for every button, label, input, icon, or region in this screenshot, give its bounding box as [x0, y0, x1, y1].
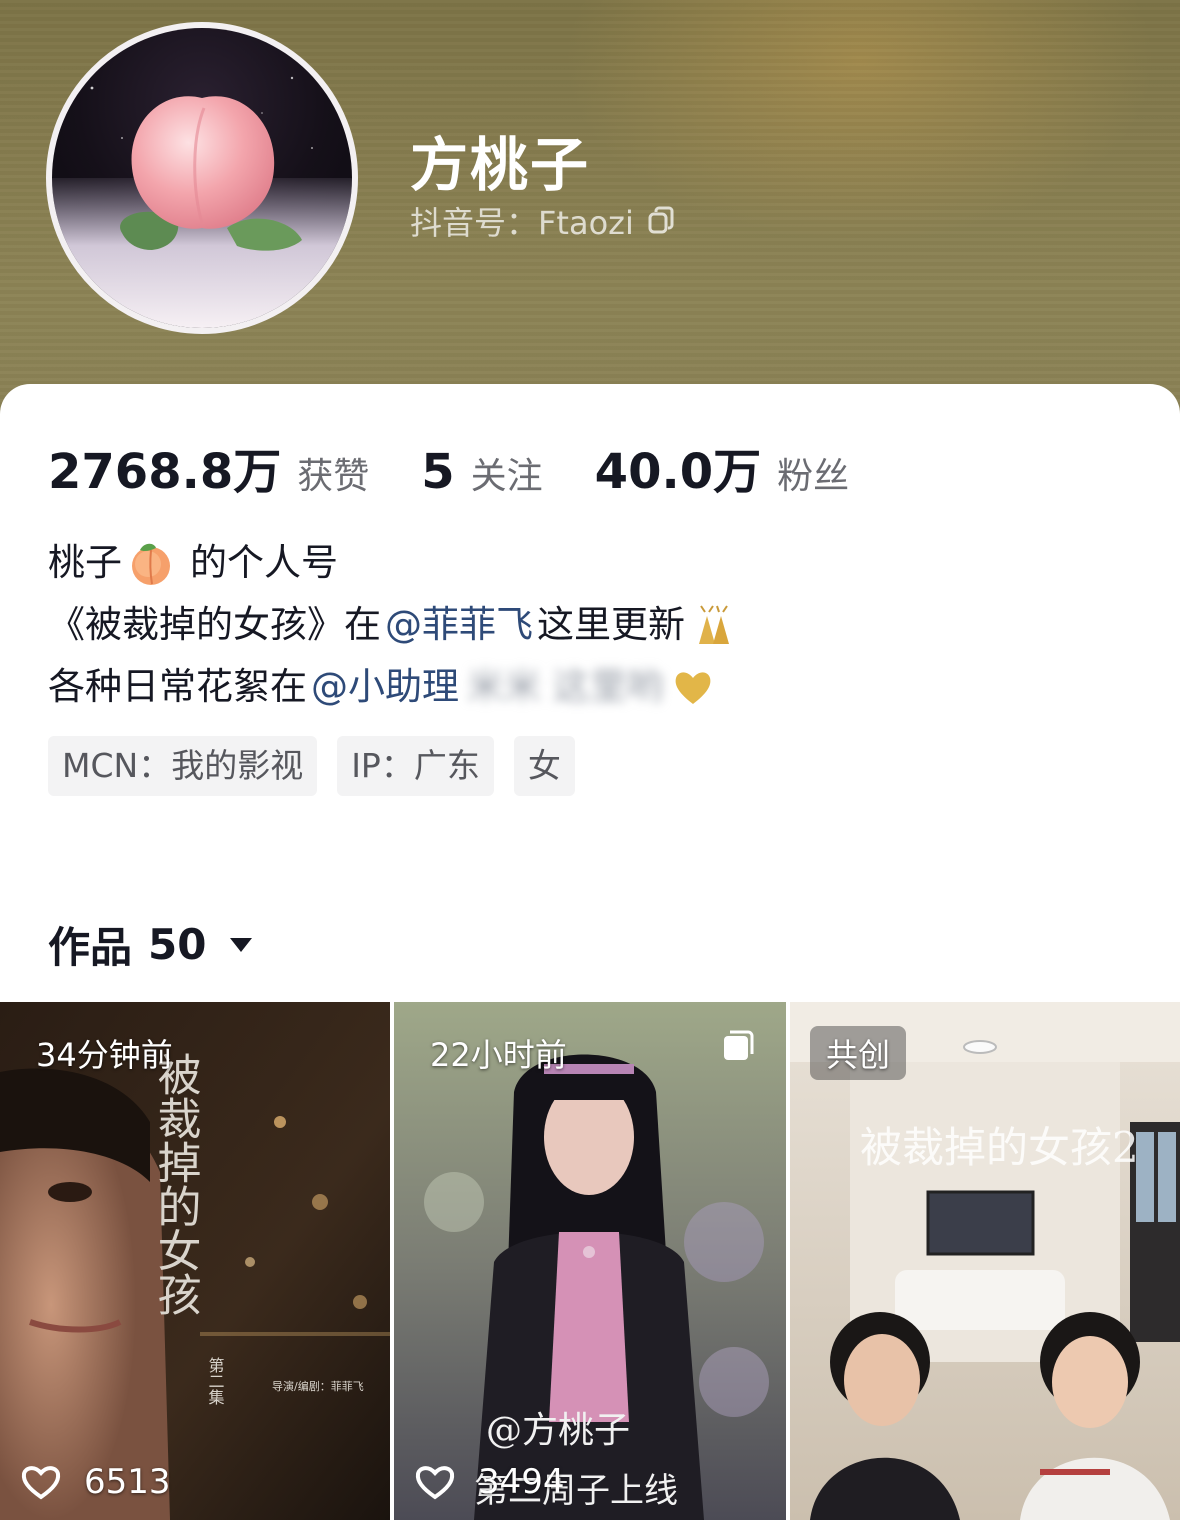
co-creation-badge: 共创: [810, 1026, 907, 1080]
dropdown-arrow-icon[interactable]: [228, 935, 254, 955]
avatar[interactable]: [46, 22, 358, 334]
bio-line-3: 各种日常花絮在 @小助理 米米 这里哟: [48, 656, 737, 718]
heart-outline-icon: [21, 1466, 61, 1500]
douyin-id-row[interactable]: 抖音号：Ftaozi: [410, 198, 676, 244]
video-time: 22小时前: [430, 1036, 567, 1074]
stat-label: 获赞: [297, 456, 370, 497]
copy-icon[interactable]: [646, 206, 676, 236]
bio-line-2: 《被裁掉的女孩》在 @菲菲飞 这里更新: [48, 594, 737, 656]
bio-text: 《被裁掉的女孩》在: [48, 603, 381, 646]
profile-name: 方桃子: [410, 131, 591, 199]
tag-ip-location: IP：广东: [337, 736, 494, 796]
video-likes: 6513: [20, 1462, 171, 1502]
bio-text: 各种日常花絮在: [48, 665, 307, 708]
stat-followers[interactable]: 40.0万 粉丝: [595, 432, 849, 502]
douyin-id: 抖音号：Ftaozi: [410, 204, 634, 242]
stats-row: 2768.8万 获赞 5 关注 40.0万 粉丝: [48, 432, 901, 502]
poster-title: @方桃子: [486, 1410, 630, 1451]
tag-gender: 女: [513, 736, 575, 796]
stat-following[interactable]: 5 关注: [421, 444, 542, 500]
works-count: 50: [148, 920, 207, 969]
multi-image-icon: [724, 1030, 754, 1060]
bio-text: 的个人号: [190, 541, 338, 584]
bio-text: 这里更新: [537, 603, 685, 646]
bio-text: 桃子: [48, 541, 122, 584]
tag-mcn[interactable]: MCN：我的影视: [48, 736, 318, 796]
celebrate-emoji-icon: [699, 605, 729, 644]
stat-label: 关注: [470, 456, 543, 497]
heart-outline-icon: [415, 1466, 455, 1500]
likes-count: 3494: [478, 1462, 565, 1502]
heart-emoji-icon: [675, 672, 711, 704]
poster-title: 被裁掉的女孩2: [860, 1123, 1139, 1172]
works-label: 作品: [48, 923, 133, 972]
video-tile[interactable]: @方桃子 第二周子上线 22小时前 3494: [394, 1002, 786, 1520]
stat-value: 2768.8万: [48, 444, 282, 500]
video-tile[interactable]: 被裁掉的女孩2 共创: [790, 1002, 1180, 1520]
bio: 桃子 的个人号 《被裁掉的女孩》在 @菲菲飞 这里更新 各种日常花絮在 @小助理…: [48, 532, 737, 718]
poster-title: 被裁掉的女孩: [150, 1052, 201, 1316]
video-tile[interactable]: 被裁掉的女孩 第二集 导演/编剧：菲菲飞 34分钟前 6513: [0, 1002, 390, 1520]
peach-avatar-image: [52, 28, 352, 328]
video-likes: 3494: [414, 1462, 565, 1502]
stat-value: 40.0万: [594, 444, 762, 500]
likes-count: 6513: [84, 1462, 171, 1502]
stat-likes[interactable]: 2768.8万 获赞: [48, 432, 369, 502]
profile-tags: MCN：我的影视 IP：广东 女: [48, 736, 595, 796]
mention-link[interactable]: @小助理: [311, 656, 459, 718]
mention-link[interactable]: @菲菲飞: [385, 594, 533, 656]
video-time: 34分钟前: [36, 1036, 173, 1074]
poster-credit: 导演/编剧：菲菲飞: [272, 1379, 364, 1393]
works-tab[interactable]: 作品 50: [48, 914, 254, 975]
stat-label: 粉丝: [777, 456, 850, 497]
stat-value: 5: [421, 444, 455, 500]
poster-subtitle: 第二集: [206, 1357, 225, 1405]
blurred-text: 米米 这里哟: [467, 665, 664, 708]
peach-emoji-icon: [132, 543, 170, 585]
profile-card: 2768.8万 获赞 5 关注 40.0万 粉丝 桃子 的个人号 《被裁掉的女孩…: [0, 384, 1180, 1520]
bio-line-1: 桃子 的个人号: [48, 532, 737, 594]
video-grid: 被裁掉的女孩 第二集 导演/编剧：菲菲飞 34分钟前 6513 @方桃子 第二周…: [0, 1002, 1180, 1520]
